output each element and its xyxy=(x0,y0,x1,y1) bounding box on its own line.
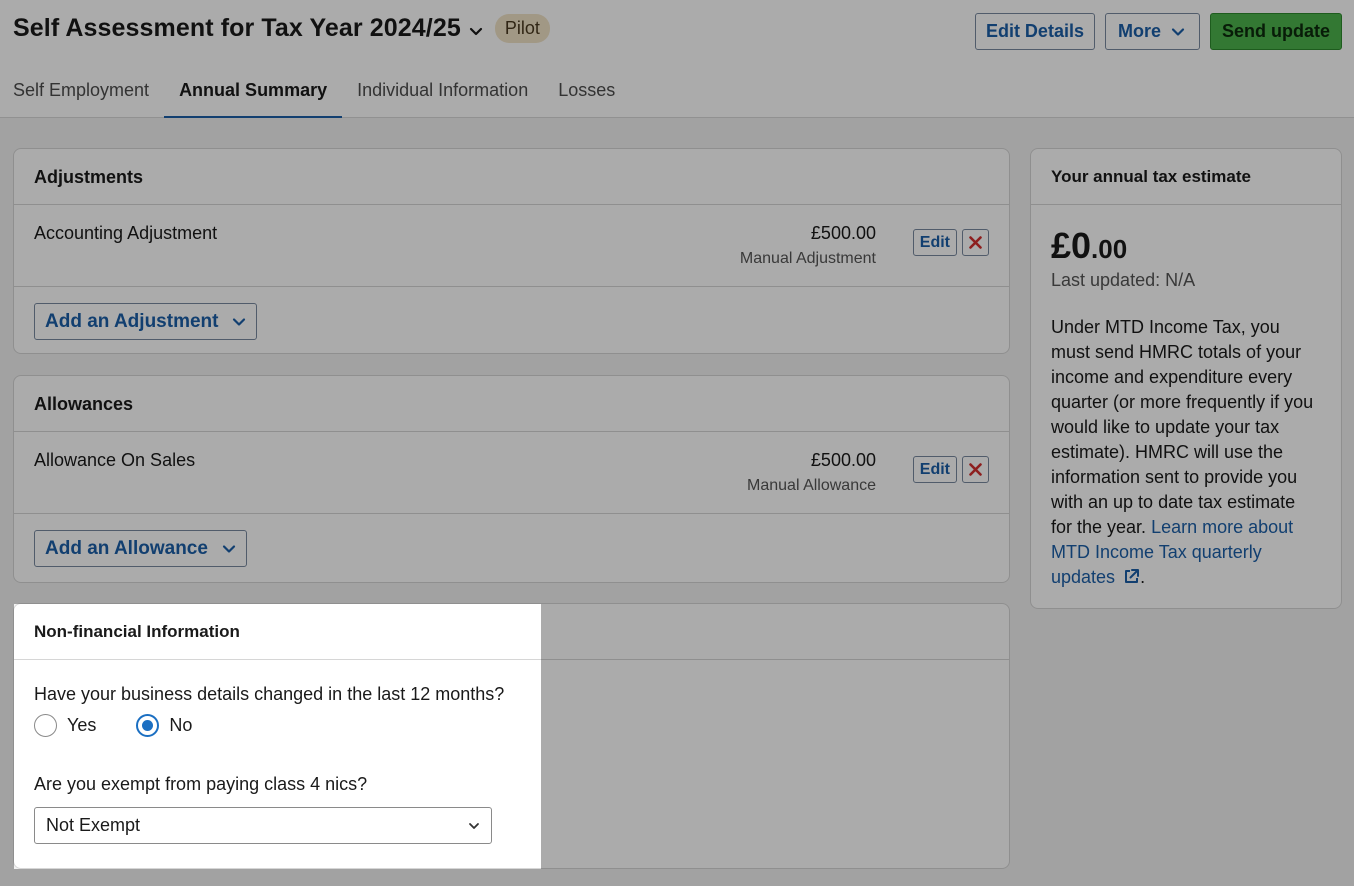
business-details-radio-group: Yes No xyxy=(34,714,192,737)
edit-details-label: Edit Details xyxy=(985,21,1084,41)
delete-allowance-button[interactable] xyxy=(962,456,989,483)
adjustment-label: Accounting Adjustment xyxy=(34,223,218,243)
page: Self Assessment for Tax Year 2024/25 Pil… xyxy=(0,0,1354,886)
add-adjustment-button[interactable]: Add an Adjustment xyxy=(34,303,258,340)
adjustment-row: Accounting Adjustment £500.00 Manual Adj… xyxy=(14,205,1009,287)
radio-yes-label: Yes xyxy=(67,715,97,735)
tab-bar: Self Employment Annual Summary Individua… xyxy=(0,70,630,119)
more-label: More xyxy=(1117,21,1161,41)
adjustments-title: Adjustments xyxy=(14,149,1009,205)
header: Self Assessment for Tax Year 2024/25 Pil… xyxy=(0,0,1354,119)
allowance-type: Manual Allowance xyxy=(747,477,876,494)
class4-nics-select[interactable]: Not Exempt xyxy=(34,807,492,844)
edit-allowance-button[interactable]: Edit xyxy=(912,456,957,483)
add-allowance-row: Add an Allowance xyxy=(14,514,1009,580)
chevron-down-icon[interactable] xyxy=(469,24,483,38)
non-financial-card: Non-financial Information Have your busi… xyxy=(13,603,1010,869)
class4-nics-select-value: Not Exempt xyxy=(46,815,141,835)
tax-estimate-pence: .00 xyxy=(1091,234,1128,264)
add-adjustment-row: Add an Adjustment xyxy=(14,287,1009,353)
radio-yes-circle[interactable] xyxy=(34,714,57,737)
adjustment-amount: £500.00 xyxy=(810,223,876,243)
chevron-down-icon xyxy=(469,822,479,829)
tax-estimate-amount: £0.00 xyxy=(1051,225,1127,267)
pilot-badge: Pilot xyxy=(494,14,550,43)
tax-estimate-card: Your annual tax estimate £0.00 Last upda… xyxy=(1030,148,1342,609)
last-updated: Last updated: N/A xyxy=(1051,270,1196,290)
chevron-down-icon xyxy=(1171,27,1185,36)
send-update-button[interactable]: Send update xyxy=(1209,13,1342,50)
radio-no[interactable]: No xyxy=(136,714,192,737)
edit-adjustment-button[interactable]: Edit xyxy=(912,229,957,256)
chevron-down-icon xyxy=(222,544,236,553)
tax-estimate-description: Under MTD Income Tax, you must send HMRC… xyxy=(1051,315,1319,590)
title-row: Self Assessment for Tax Year 2024/25 Pil… xyxy=(13,14,550,43)
send-update-label: Send update xyxy=(1221,21,1330,41)
tab-losses[interactable]: Losses xyxy=(543,70,630,118)
trailing-period: . xyxy=(1140,567,1146,587)
allowances-card: Allowances Allowance On Sales £500.00 Ma… xyxy=(13,375,1010,583)
allowance-amount: £500.00 xyxy=(810,450,876,470)
business-details-question: Have your business details changed in th… xyxy=(34,684,505,704)
tab-label: Self Employment xyxy=(13,80,150,100)
edit-details-button[interactable]: Edit Details xyxy=(974,13,1095,50)
external-link-icon xyxy=(1125,569,1140,583)
class4-nics-question: Are you exempt from paying class 4 nics? xyxy=(34,774,368,794)
close-icon xyxy=(969,463,982,476)
allowance-label: Allowance On Sales xyxy=(34,450,196,470)
radio-no-circle[interactable] xyxy=(136,714,160,737)
tab-self-employment[interactable]: Self Employment xyxy=(0,70,164,118)
chevron-down-icon xyxy=(233,317,246,326)
allowance-row: Allowance On Sales £500.00 Manual Allowa… xyxy=(14,432,1009,514)
tax-estimate-body: Under MTD Income Tax, you must send HMRC… xyxy=(1051,317,1314,537)
add-allowance-button[interactable]: Add an Allowance xyxy=(34,530,247,567)
close-icon xyxy=(969,236,982,249)
non-financial-title: Non-financial Information xyxy=(14,604,1009,660)
page-title[interactable]: Self Assessment for Tax Year 2024/25 xyxy=(13,14,461,43)
tab-label: Losses xyxy=(558,80,616,100)
delete-adjustment-button[interactable] xyxy=(962,229,989,256)
more-button[interactable]: More xyxy=(1104,13,1200,50)
add-adjustment-label: Add an Adjustment xyxy=(45,310,219,332)
tax-estimate-pounds: £0 xyxy=(1051,225,1092,266)
adjustments-card: Adjustments Accounting Adjustment £500.0… xyxy=(13,148,1010,354)
add-allowance-label: Add an Allowance xyxy=(45,537,208,559)
tab-annual-summary[interactable]: Annual Summary xyxy=(164,70,343,119)
tax-estimate-title: Your annual tax estimate xyxy=(1031,149,1341,205)
allowances-title: Allowances xyxy=(14,376,1009,432)
tab-label: Individual Information xyxy=(357,80,529,100)
tab-label: Annual Summary xyxy=(179,80,328,100)
radio-yes[interactable]: Yes xyxy=(34,714,96,737)
header-actions: Edit Details More Send update xyxy=(974,13,1342,50)
radio-no-label: No xyxy=(169,715,193,735)
adjustment-type: Manual Adjustment xyxy=(739,250,876,267)
tab-individual-information[interactable]: Individual Information xyxy=(342,70,543,118)
